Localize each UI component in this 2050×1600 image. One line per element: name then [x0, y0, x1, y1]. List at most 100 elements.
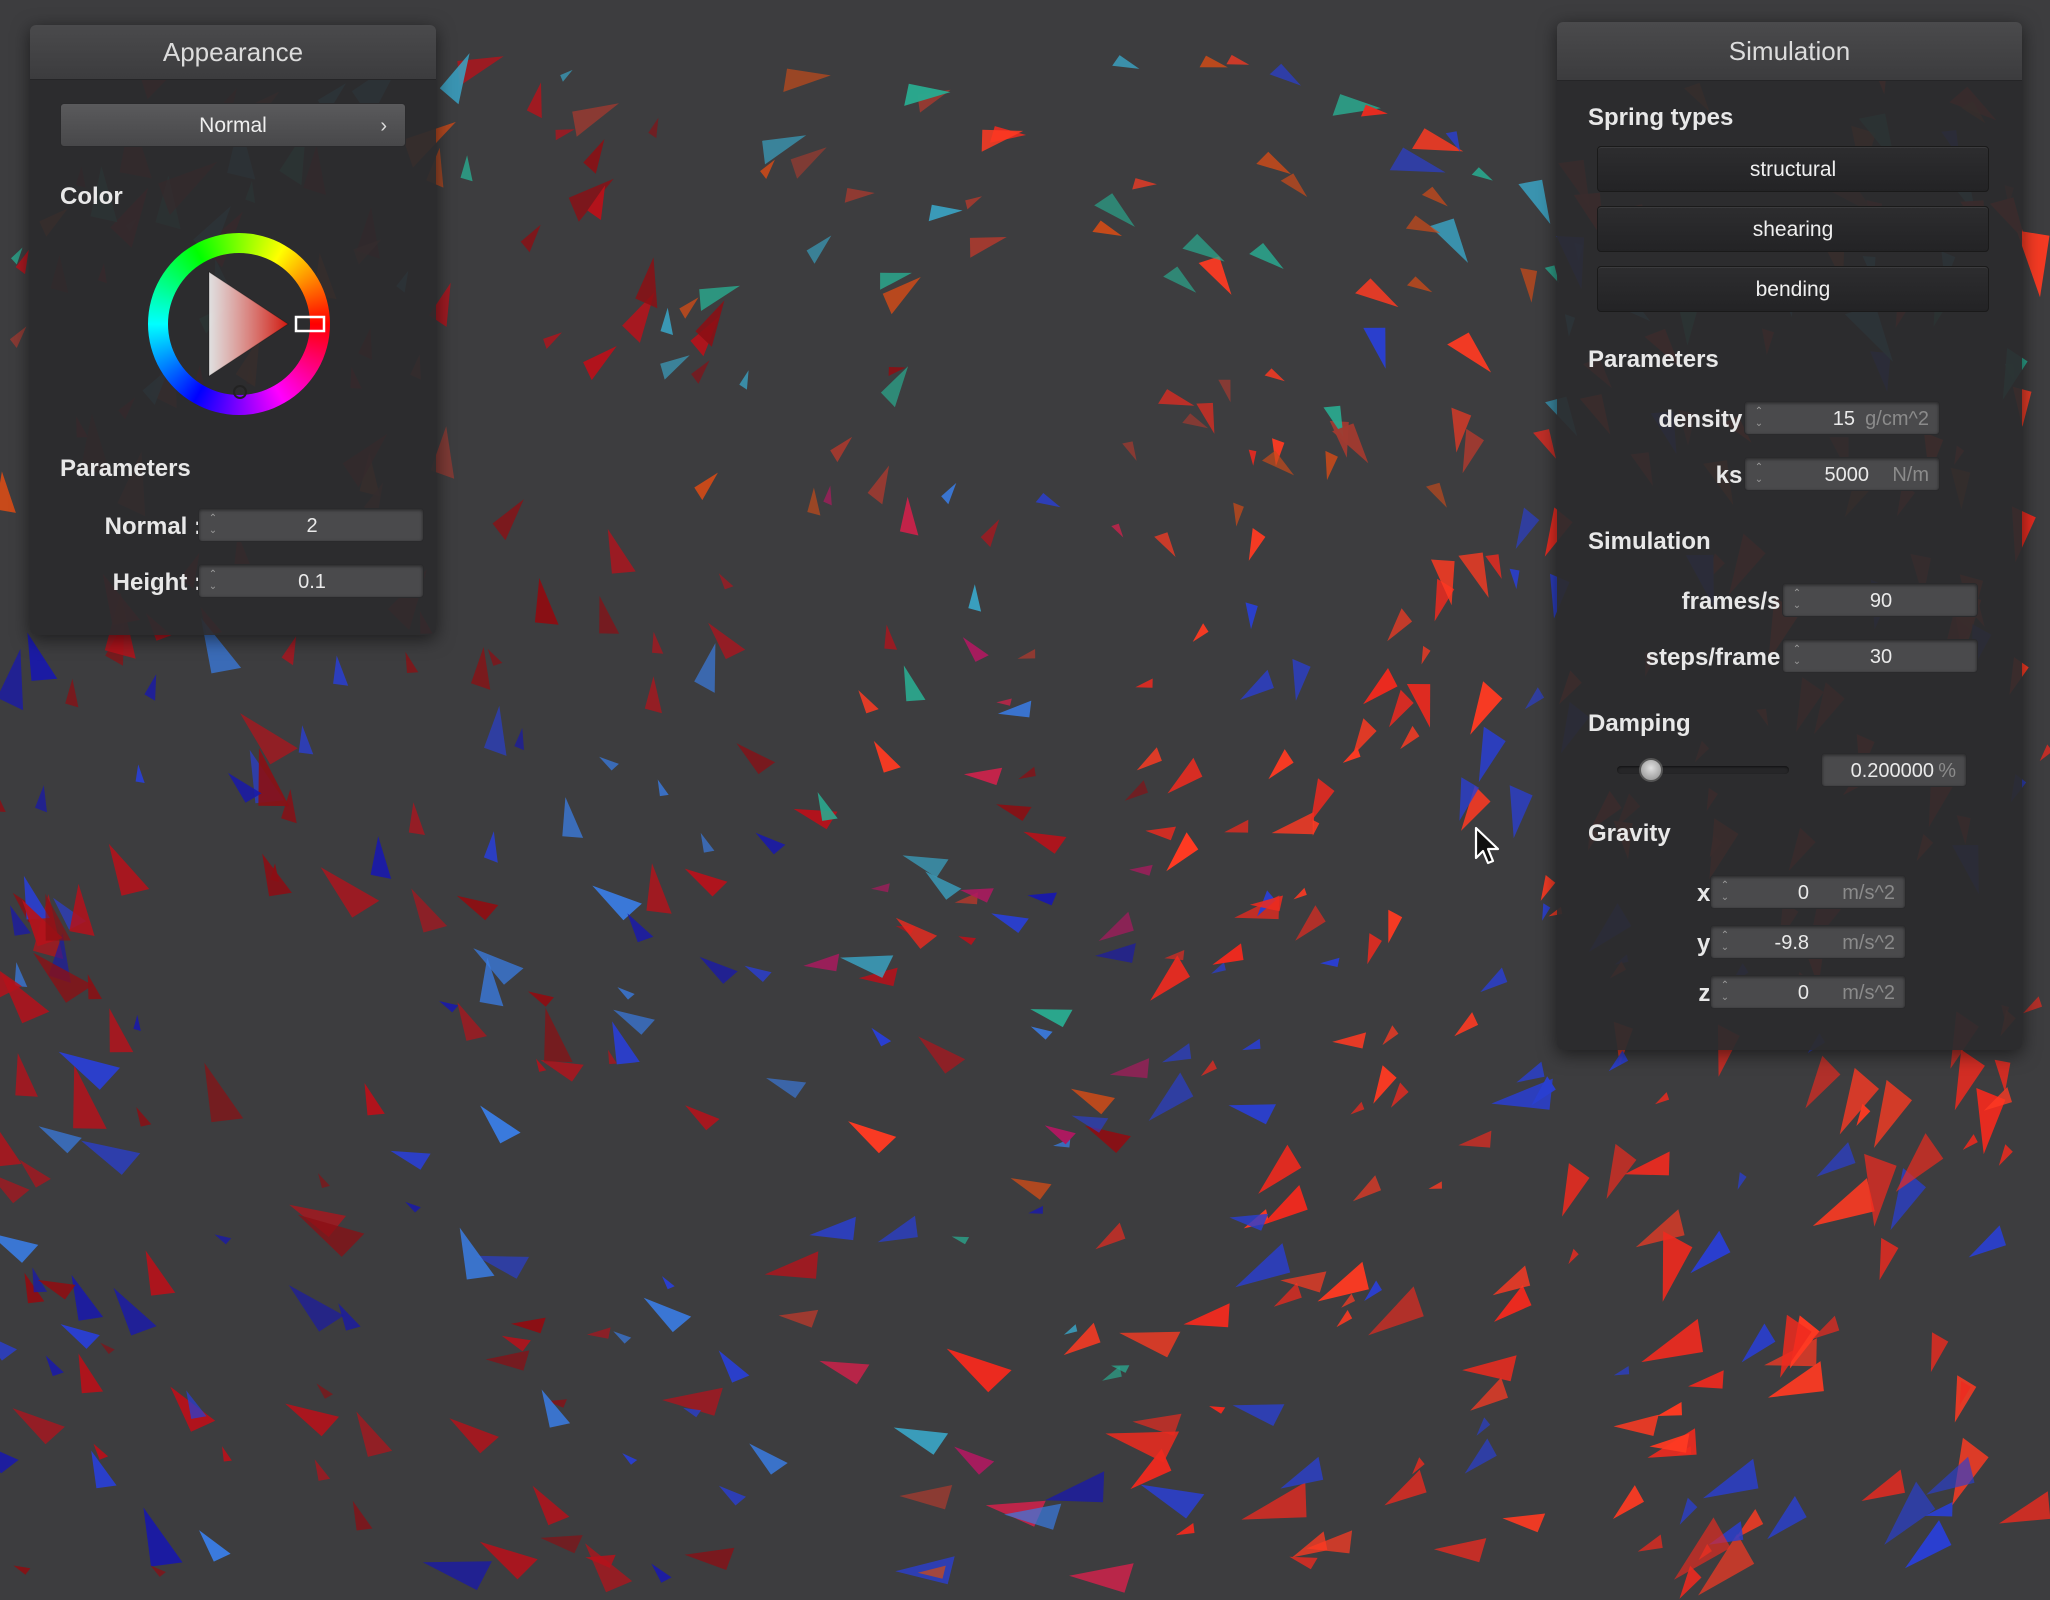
cloth-triangle	[1655, 1092, 1670, 1105]
cloth-triangle	[1861, 1469, 1905, 1501]
cloth-triangle	[58, 1051, 120, 1090]
cloth-triangle	[9, 326, 27, 348]
damping-field[interactable]: 0.200000 %	[1821, 753, 1967, 787]
cloth-triangle	[356, 1411, 393, 1457]
cloth-triangle	[962, 637, 989, 662]
cloth-triangle	[592, 885, 642, 921]
cloth-triangle	[819, 1360, 870, 1385]
simulation-section-title: Simulation	[1588, 528, 1711, 555]
cloth-triangle	[484, 705, 507, 756]
cloth-triangle	[487, 648, 503, 666]
cloth-triangle	[1637, 1534, 1663, 1552]
cloth-triangle	[1968, 1225, 2006, 1258]
shearing-button[interactable]: shearing	[1597, 206, 1989, 252]
cloth-triangle	[1737, 1172, 1747, 1190]
cloth-triangle	[1382, 1025, 1399, 1046]
cloth-triangle	[1292, 658, 1311, 701]
shader-mode-value: Normal	[199, 114, 267, 137]
cloth-triangle	[718, 1350, 750, 1383]
cloth-triangle	[1816, 1142, 1856, 1177]
cloth-triangle	[405, 651, 419, 673]
cloth-triangle	[1241, 1482, 1307, 1520]
simulation-parameters-title: Parameters	[1588, 346, 1719, 373]
cloth-triangle	[941, 482, 957, 505]
density-spinbox[interactable]: ⌃ ⌄ 15 g/cm^2	[1744, 401, 1940, 435]
cloth-triangle	[1140, 1484, 1205, 1519]
cloth-triangle	[586, 1327, 611, 1339]
cloth-triangle	[1102, 1366, 1122, 1381]
cloth-triangle	[1198, 256, 1232, 295]
cloth-triangle	[895, 917, 938, 949]
cloth-triangle	[333, 655, 349, 686]
gravity-y-label: y :	[1696, 930, 1725, 957]
cloth-triangle	[806, 235, 832, 264]
cloth-triangle	[617, 987, 635, 1000]
cloth-triangle	[1312, 819, 1320, 836]
cloth-triangle	[0, 1235, 39, 1263]
color-wheel[interactable]	[142, 227, 336, 421]
spin-arrows-icon[interactable]: ⌃ ⌄	[1753, 402, 1765, 438]
bending-button[interactable]: bending	[1597, 266, 1989, 312]
cloth-triangle	[651, 1563, 672, 1583]
cloth-triangle	[1069, 1563, 1134, 1593]
cloth-triangle	[622, 1453, 638, 1465]
cloth-triangle	[951, 1236, 970, 1245]
cloth-triangle	[646, 863, 672, 914]
cloth-triangle	[1478, 726, 1506, 783]
cloth-triangle	[1280, 173, 1308, 197]
cloth-triangle	[1248, 528, 1266, 561]
cloth-triangle	[1289, 1556, 1318, 1570]
cloth-triangle	[471, 647, 491, 690]
height-spinbox[interactable]: ⌃ ⌄ 0.1	[198, 564, 424, 598]
steps-per-frame-spinbox[interactable]: ⌃ ⌄ 30	[1782, 639, 1978, 673]
cloth-triangle	[501, 1335, 531, 1352]
gravity-x-value: 0	[1797, 882, 1809, 904]
structural-button[interactable]: structural	[1597, 146, 1989, 192]
cloth-triangle	[405, 1201, 421, 1213]
cloth-triangle	[35, 785, 47, 813]
cloth-triangle	[1109, 1058, 1150, 1079]
cloth-triangle	[1162, 1043, 1192, 1063]
cloth-triangle	[1400, 725, 1420, 750]
cloth-triangle	[1164, 950, 1185, 961]
spin-arrows-icon[interactable]: ⌃ ⌄	[1719, 926, 1731, 962]
spin-arrows-icon[interactable]: ⌃ ⌄	[1719, 976, 1731, 1012]
cloth-triangle	[1292, 1531, 1328, 1558]
cloth-triangle	[1211, 962, 1226, 974]
shader-mode-select[interactable]: Normal ›	[60, 103, 406, 147]
cloth-triangle	[1030, 1026, 1053, 1040]
cloth-triangle	[694, 472, 718, 501]
cloth-triangle	[1679, 1497, 1698, 1525]
cloth-triangle	[1199, 55, 1228, 68]
cloth-triangle	[13, 1565, 31, 1575]
cloth-triangle	[1228, 1104, 1276, 1125]
cloth-triangle	[1509, 785, 1533, 839]
spin-arrows-icon[interactable]: ⌃ ⌄	[1753, 458, 1765, 494]
normal-spinbox[interactable]: ⌃ ⌄ 2	[198, 508, 424, 542]
cloth-triangle	[214, 1234, 232, 1245]
cloth-triangle	[1954, 1375, 1977, 1423]
cloth-triangle	[1229, 1213, 1269, 1231]
spin-arrows-icon[interactable]: ⌃ ⌄	[1719, 876, 1731, 912]
cloth-triangle	[660, 307, 673, 335]
frames-per-second-spinbox[interactable]: ⌃ ⌄ 90	[1782, 583, 1978, 617]
gravity-x-spinbox[interactable]: ⌃ ⌄ 0 m/s^2	[1710, 875, 1906, 909]
cloth-triangle	[1035, 493, 1061, 508]
cloth-triangle	[790, 147, 827, 179]
cloth-triangle	[679, 297, 699, 319]
cloth-triangle	[2023, 996, 2043, 1014]
ks-spinbox[interactable]: ⌃ ⌄ 5000 N/m	[1744, 457, 1940, 491]
cloth-triangle	[925, 871, 962, 900]
cloth-triangle	[893, 1427, 949, 1455]
cloth-triangle	[1540, 875, 1556, 901]
gravity-y-spinbox[interactable]: ⌃ ⌄ -9.8 m/s^2	[1710, 925, 1906, 959]
cloth-triangle	[1471, 167, 1493, 181]
cloth-triangle	[0, 648, 24, 711]
ks-value: 5000	[1824, 464, 1870, 486]
gravity-z-unit: m/s^2	[1842, 982, 1895, 1004]
cloth-triangle	[1509, 568, 1520, 590]
cloth-triangle	[1273, 1282, 1302, 1307]
damping-slider-knob[interactable]	[1639, 758, 1663, 782]
gravity-z-spinbox[interactable]: ⌃ ⌄ 0 m/s^2	[1710, 975, 1906, 1009]
cloth-triangle	[150, 1565, 166, 1577]
